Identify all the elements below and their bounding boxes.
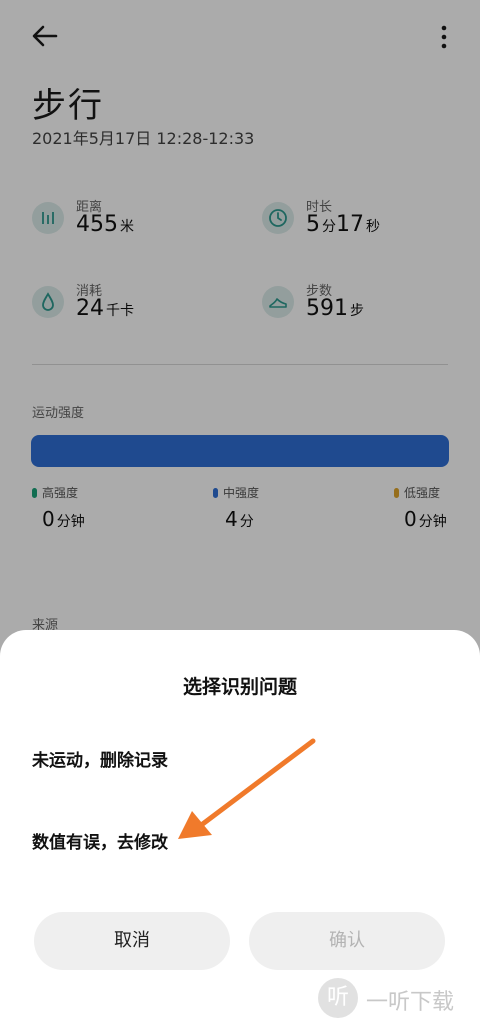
confirm-button[interactable]: 确认	[249, 912, 445, 970]
site-watermark: 听 一听下载	[318, 978, 468, 1018]
option-wrong-value-edit[interactable]: 数值有误，去修改	[32, 828, 168, 853]
watermark-text: 一听下载	[366, 990, 455, 1015]
sheet-title: 选择识别问题	[182, 676, 297, 698]
option-not-exercised-delete[interactable]: 未运动，删除记录	[32, 746, 168, 771]
annotation-arrow-icon	[178, 738, 316, 839]
cancel-button[interactable]: 取消	[34, 912, 230, 970]
watermark-logo-icon: 听	[318, 978, 358, 1018]
